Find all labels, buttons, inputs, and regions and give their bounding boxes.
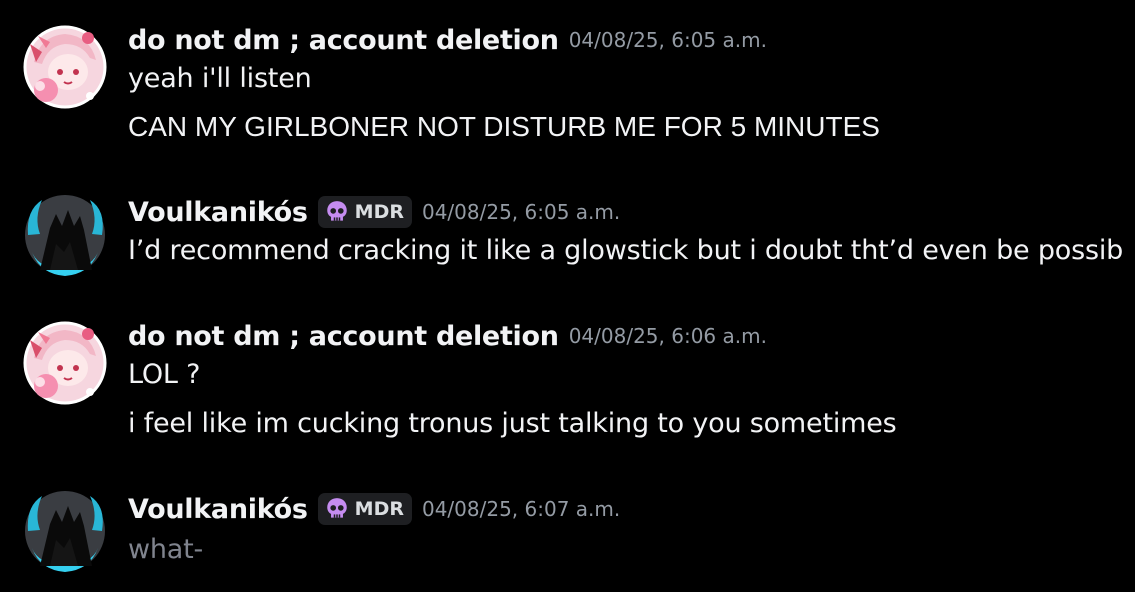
username[interactable]: Voulkanikós (128, 494, 308, 525)
dark-silhouette-avatar-icon (25, 491, 105, 572)
server-tag-label: MDR (354, 498, 404, 520)
skull-icon (326, 498, 347, 518)
pink-anime-avatar-icon (23, 321, 107, 405)
message-header: do not dm ; account deletion 04/08/25, 6… (128, 23, 767, 57)
user-avatar[interactable] (20, 22, 110, 112)
server-tag[interactable]: MDR (317, 493, 412, 525)
timestamp[interactable]: 04/08/25, 6:05 a.m. (422, 200, 620, 224)
username[interactable]: do not dm ; account deletion (128, 321, 559, 352)
username[interactable]: do not dm ; account deletion (128, 25, 559, 56)
timestamp[interactable]: 04/08/25, 6:07 a.m. (422, 497, 620, 521)
user-avatar[interactable] (20, 318, 110, 408)
server-tag[interactable]: MDR (317, 196, 412, 228)
skull-icon (326, 201, 347, 221)
user-avatar[interactable] (20, 190, 110, 280)
dark-silhouette-avatar-icon (25, 195, 105, 276)
message-text: what- (128, 534, 204, 565)
username[interactable]: Voulkanikós (128, 197, 308, 228)
message-text: I’d recommend cracking it like a glowsti… (128, 235, 1124, 266)
message-text: yeah i'll listen (128, 63, 312, 94)
timestamp[interactable]: 04/08/25, 6:05 a.m. (569, 28, 767, 52)
message-text: CAN MY GIRLBONER NOT DISTURB ME FOR 5 MI… (128, 111, 880, 142)
timestamp[interactable]: 04/08/25, 6:06 a.m. (569, 324, 767, 348)
user-avatar[interactable] (20, 486, 110, 576)
message-header: Voulkanikós MDR 04/08/25, 6:05 a.m. (128, 195, 620, 229)
message-header: Voulkanikós MDR 04/08/25, 6:07 a.m. (128, 492, 620, 526)
pink-anime-avatar-icon (23, 25, 107, 109)
server-tag-label: MDR (354, 201, 404, 223)
message-text: LOL ? (128, 359, 201, 390)
message-header: do not dm ; account deletion 04/08/25, 6… (128, 319, 767, 353)
message-text: i feel like im cucking tronus just talki… (128, 408, 897, 439)
